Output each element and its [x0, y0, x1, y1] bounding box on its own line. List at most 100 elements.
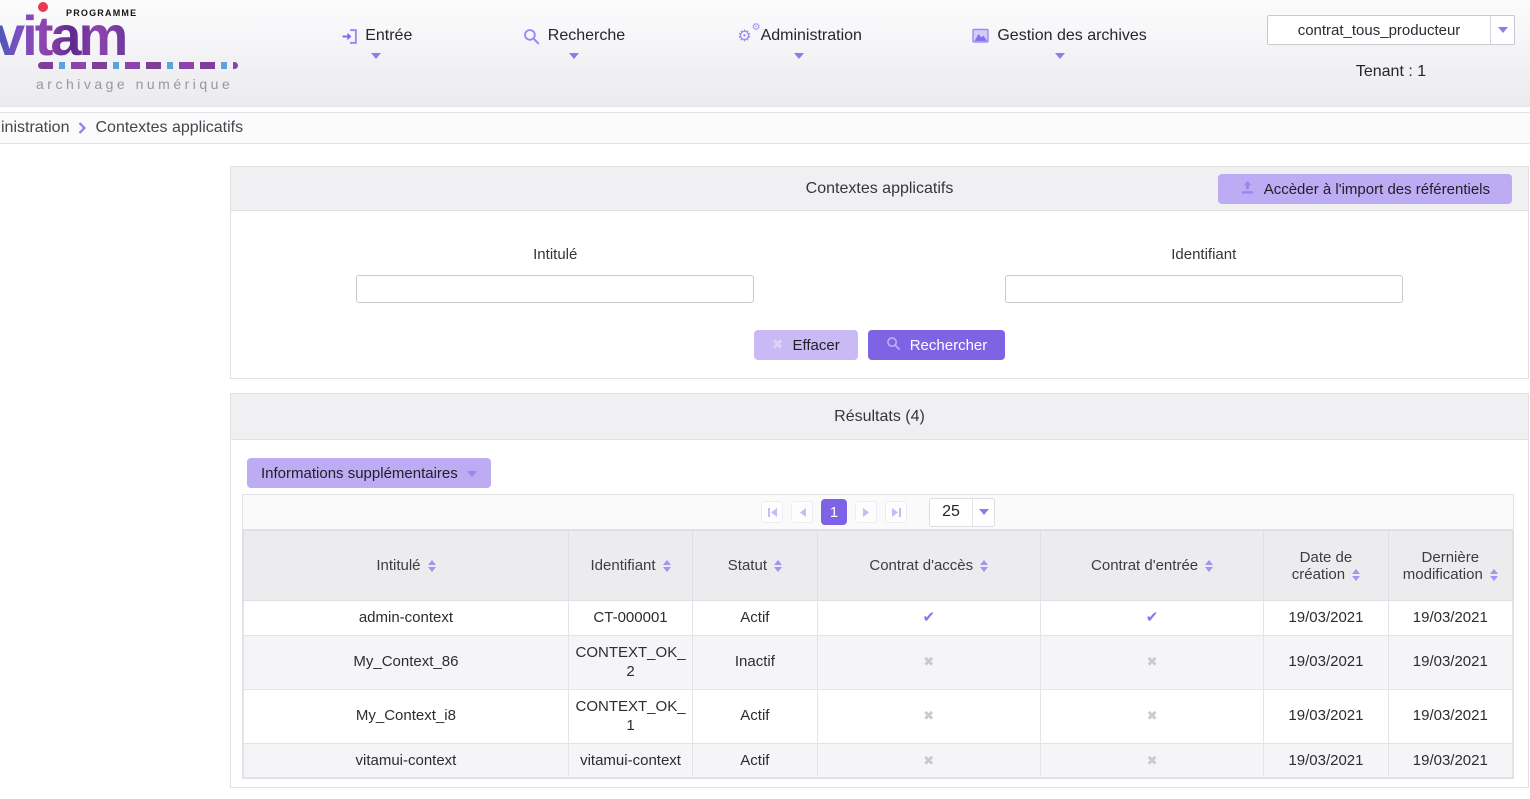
cell-derniere-modification: 19/03/2021	[1388, 743, 1512, 778]
sign-in-icon	[340, 27, 358, 45]
cell-contrat-acces: ✖	[817, 689, 1040, 743]
access-contract-value: contrat_tous_producteur	[1268, 16, 1490, 44]
nav-item-administration[interactable]: ⚙⚙ Administration	[736, 0, 862, 106]
cell-date-creation: 19/03/2021	[1264, 743, 1388, 778]
cell-intitule: My_Context_i8	[244, 689, 569, 743]
logo-dotted-line	[38, 62, 238, 69]
sort-icon	[980, 560, 988, 572]
cross-icon: ✖	[1147, 754, 1158, 769]
cell-contrat-entree: ✖	[1040, 635, 1263, 689]
breadcrumb: inistration Contextes applicatifs	[0, 112, 1530, 144]
check-icon: ✔	[922, 608, 935, 626]
col-header-statut[interactable]: Statut	[693, 531, 817, 601]
table-header-row: Intitulé Identifiant Statut Contrat d'ac…	[244, 531, 1513, 601]
sort-icon	[663, 560, 671, 572]
cell-statut: Actif	[693, 601, 817, 636]
results-panel: Résultats (4) Informations supplémentair…	[230, 393, 1529, 788]
page-title: Contextes applicatifs	[806, 180, 954, 198]
table-row[interactable]: My_Context_86CONTEXT_OK_2Inactif✖✖19/03/…	[244, 635, 1513, 689]
clear-x-icon: ✖	[772, 337, 784, 353]
nav-label: Administration	[761, 27, 862, 45]
main-nav: Entrée Recherche ⚙	[255, 0, 1252, 106]
next-page-button[interactable]	[855, 501, 877, 523]
col-header-intitule[interactable]: Intitulé	[244, 531, 569, 601]
cross-icon: ✖	[1147, 709, 1158, 724]
table-row[interactable]: My_Context_i8CONTEXT_OK_1Actif✖✖19/03/20…	[244, 689, 1513, 743]
chevron-down-icon	[1055, 53, 1065, 59]
sort-icon	[1205, 560, 1213, 572]
search-button[interactable]: Rechercher	[868, 330, 1006, 360]
page-size-select[interactable]: 25	[929, 498, 995, 527]
first-page-button[interactable]	[761, 501, 783, 523]
intitule-input[interactable]	[356, 275, 754, 303]
nav-label: Entrée	[365, 27, 412, 45]
nav-item-recherche[interactable]: Recherche	[523, 0, 625, 106]
col-header-contrat-acces[interactable]: Contrat d'accès	[817, 531, 1040, 601]
cell-intitule: vitamui-context	[244, 743, 569, 778]
nav-item-entree[interactable]: Entrée	[340, 0, 412, 106]
cell-statut: Actif	[693, 689, 817, 743]
identifiant-label: Identifiant	[1171, 246, 1236, 263]
archives-chart-icon	[972, 27, 990, 45]
cell-contrat-entree: ✖	[1040, 743, 1263, 778]
sort-icon	[428, 560, 436, 572]
cell-derniere-modification: 19/03/2021	[1388, 689, 1512, 743]
nav-item-gestion-archives[interactable]: Gestion des archives	[972, 0, 1146, 106]
cell-date-creation: 19/03/2021	[1264, 601, 1388, 636]
vitam-logo[interactable]: PROGRAMME vitam archivage numérique	[0, 0, 255, 106]
chevron-down-icon	[371, 53, 381, 59]
col-header-date-creation[interactable]: Date de création	[1264, 531, 1388, 601]
chevron-down-icon	[794, 53, 804, 59]
upload-icon	[1240, 180, 1255, 199]
cross-icon: ✖	[923, 709, 934, 724]
access-contract-select[interactable]: contrat_tous_producteur	[1267, 15, 1515, 45]
import-referentials-button[interactable]: Accèder à l'import des référentiels	[1218, 174, 1512, 204]
previous-page-button[interactable]	[791, 501, 813, 523]
col-header-contrat-entree[interactable]: Contrat d'entrée	[1040, 531, 1263, 601]
select-chevron-cell[interactable]	[1490, 16, 1514, 44]
col-header-identifiant[interactable]: Identifiant	[568, 531, 692, 601]
clear-button[interactable]: ✖ Effacer	[754, 330, 858, 360]
cell-date-creation: 19/03/2021	[1264, 635, 1388, 689]
chevron-down-icon	[467, 471, 477, 477]
table-body: admin-contextCT-000001Actif✔✔19/03/20211…	[244, 601, 1513, 778]
sort-icon	[1490, 569, 1498, 581]
breadcrumb-parent[interactable]: inistration	[1, 119, 69, 137]
search-label: Rechercher	[910, 337, 988, 354]
header-right: contrat_tous_producteur Tenant : 1	[1252, 0, 1530, 106]
table-row[interactable]: vitamui-contextvitamui-contextActif✖✖19/…	[244, 743, 1513, 778]
top-header: PROGRAMME vitam archivage numérique Entr…	[0, 0, 1530, 107]
search-button-icon	[886, 336, 901, 355]
chevron-down-icon	[569, 53, 579, 59]
col-header-derniere-modification[interactable]: Dernière modification	[1388, 531, 1512, 601]
pagination: 1 25	[243, 495, 1513, 530]
cross-icon: ✖	[1147, 655, 1158, 670]
results-panel-header: Résultats (4)	[231, 394, 1528, 440]
cell-intitule: admin-context	[244, 601, 569, 636]
cell-identifiant: CT-000001	[568, 601, 692, 636]
cross-icon: ✖	[923, 754, 934, 769]
identifiant-input[interactable]	[1005, 275, 1403, 303]
gears-icon: ⚙⚙	[736, 27, 754, 45]
results-table-block: 1 25	[242, 494, 1514, 779]
clear-label: Effacer	[792, 337, 839, 354]
last-page-button[interactable]	[885, 501, 907, 523]
cell-derniere-modification: 19/03/2021	[1388, 635, 1512, 689]
cell-identifiant: vitamui-context	[568, 743, 692, 778]
import-referentials-label: Accèder à l'import des référentiels	[1264, 181, 1490, 198]
chevron-down-icon	[1498, 27, 1508, 33]
cell-statut: Actif	[693, 743, 817, 778]
page-size-chevron-cell[interactable]	[972, 499, 994, 526]
field-intitule: Intitulé	[231, 211, 880, 303]
logo-subtitle: archivage numérique	[36, 76, 233, 92]
additional-info-button[interactable]: Informations supplémentaires	[247, 458, 491, 488]
cell-statut: Inactif	[693, 635, 817, 689]
table-row[interactable]: admin-contextCT-000001Actif✔✔19/03/20211…	[244, 601, 1513, 636]
intitule-label: Intitulé	[533, 246, 577, 263]
page-size-value: 25	[930, 499, 972, 526]
search-icon	[523, 27, 541, 45]
sort-icon	[1352, 569, 1360, 581]
cell-contrat-acces: ✖	[817, 743, 1040, 778]
current-page-button[interactable]: 1	[821, 499, 847, 525]
results-table: Intitulé Identifiant Statut Contrat d'ac…	[243, 530, 1513, 778]
